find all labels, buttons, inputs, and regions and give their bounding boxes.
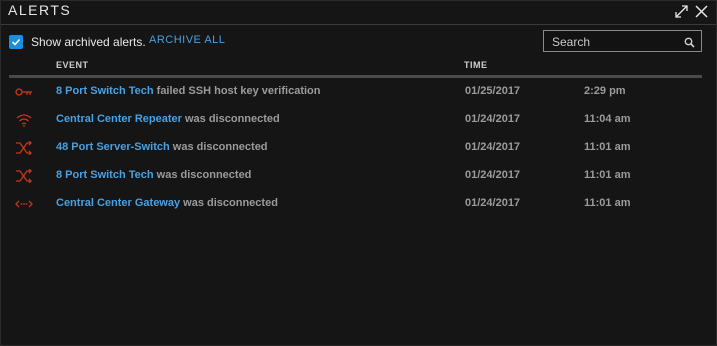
alerts-toolbar: Show archived alerts. ARCHIVE ALL: [1, 25, 716, 61]
column-header-time[interactable]: TIME: [464, 60, 488, 70]
event-text: Central Center Gateway was disconnected: [56, 197, 278, 209]
column-header-event[interactable]: EVENT: [56, 60, 89, 70]
title-bar: ALERTS: [1, 1, 716, 25]
event-time: 11:01 am: [584, 169, 631, 181]
event-date: 01/25/2017: [465, 85, 521, 97]
search-box: [543, 30, 702, 52]
table-header: EVENT TIME: [9, 58, 702, 78]
archive-all-button[interactable]: ARCHIVE ALL: [149, 34, 225, 46]
event-time: 11:01 am: [584, 197, 631, 209]
panel-title: ALERTS: [8, 2, 72, 18]
switch-icon: [15, 168, 33, 184]
event-date: 01/24/2017: [465, 169, 521, 181]
event-time: 11:01 am: [584, 141, 631, 153]
device-link[interactable]: Central Center Repeater: [56, 113, 182, 125]
key-icon: [15, 85, 33, 99]
table-row[interactable]: Central Center Repeater was disconnected…: [1, 106, 716, 134]
table-row[interactable]: 8 Port Switch Tech was disconnected 01/2…: [1, 162, 716, 190]
event-time: 2:29 pm: [584, 85, 626, 97]
device-link[interactable]: 48 Port Server-Switch: [56, 141, 170, 153]
search-icon[interactable]: [684, 35, 695, 53]
search-input[interactable]: [550, 33, 684, 51]
expand-icon[interactable]: [674, 2, 688, 20]
table-row[interactable]: Central Center Gateway was disconnected …: [1, 190, 716, 218]
alerts-panel: ALERTS Show archived alerts. ARCHIVE ALL…: [0, 0, 717, 346]
event-text: 8 Port Switch Tech failed SSH host key v…: [56, 85, 320, 97]
wifi-icon: [15, 113, 33, 127]
event-text: Central Center Repeater was disconnected: [56, 113, 280, 125]
event-message: was disconnected: [180, 197, 278, 209]
table-row[interactable]: 48 Port Server-Switch was disconnected 0…: [1, 134, 716, 162]
event-date: 01/24/2017: [465, 197, 521, 209]
event-text: 48 Port Server-Switch was disconnected: [56, 141, 268, 153]
event-message: failed SSH host key verification: [153, 85, 321, 97]
event-text: 8 Port Switch Tech was disconnected: [56, 169, 251, 181]
checkmark-icon: [11, 38, 21, 46]
switch-icon: [15, 140, 33, 156]
device-link[interactable]: 8 Port Switch Tech: [56, 85, 154, 97]
event-message: was disconnected: [181, 113, 280, 125]
gateway-icon: [15, 197, 33, 211]
show-archived-label[interactable]: Show archived alerts.: [31, 35, 146, 49]
alerts-list: 8 Port Switch Tech failed SSH host key v…: [1, 78, 716, 218]
event-message: was disconnected: [169, 141, 268, 153]
event-date: 01/24/2017: [465, 141, 521, 153]
event-date: 01/24/2017: [465, 113, 521, 125]
show-archived-checkbox[interactable]: [9, 35, 23, 49]
device-link[interactable]: 8 Port Switch Tech: [56, 169, 154, 181]
close-icon[interactable]: [694, 2, 708, 20]
device-link[interactable]: Central Center Gateway: [56, 197, 180, 209]
event-message: was disconnected: [153, 169, 252, 181]
event-time: 11:04 am: [584, 113, 631, 125]
table-row[interactable]: 8 Port Switch Tech failed SSH host key v…: [1, 78, 716, 106]
window-controls: [674, 2, 708, 20]
